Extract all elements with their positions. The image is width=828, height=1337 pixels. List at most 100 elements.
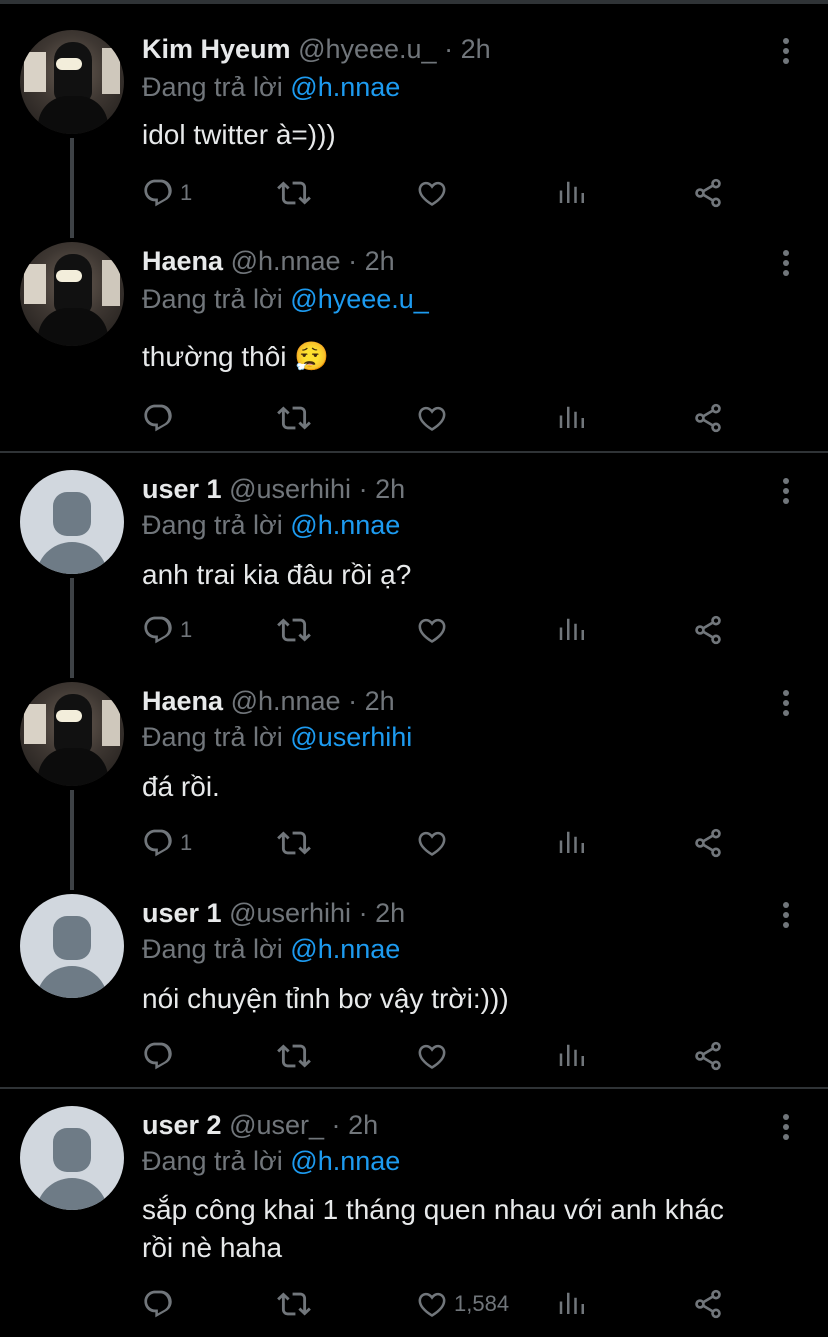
author-name[interactable]: Haena	[142, 246, 223, 276]
author-handle[interactable]: @h.nnae	[231, 246, 341, 276]
more-icon[interactable]	[774, 688, 798, 718]
views-button[interactable]	[556, 1036, 586, 1076]
mention-link[interactable]: @h.nnae	[290, 72, 400, 102]
views-icon	[559, 1292, 584, 1314]
share-button[interactable]	[692, 398, 724, 438]
share-icon	[695, 615, 721, 645]
reply-label: Đang trả lời	[142, 510, 283, 540]
views-button[interactable]	[556, 610, 586, 650]
like-icon	[418, 406, 446, 431]
author-name[interactable]: user 2	[142, 1110, 222, 1140]
share-button[interactable]	[692, 173, 724, 213]
share-icon	[695, 1289, 721, 1319]
author-handle[interactable]: @userhihi	[229, 474, 351, 504]
tweet-text: anh trai kia đâu rồi ạ?	[142, 559, 412, 590]
like-button[interactable]	[416, 173, 454, 213]
like-button[interactable]: 1,584	[416, 1284, 509, 1324]
more-icon[interactable]	[774, 900, 798, 930]
mention-link[interactable]: @h.nnae	[290, 1146, 400, 1176]
reply-button[interactable]: 1	[142, 173, 192, 213]
like-icon	[418, 831, 446, 856]
reply-button[interactable]: 1	[142, 610, 192, 650]
top-divider	[0, 0, 828, 4]
reply-count: 1	[180, 617, 193, 642]
more-icon[interactable]	[774, 36, 798, 66]
avatar[interactable]	[20, 30, 124, 134]
views-icon	[559, 181, 584, 203]
views-icon	[559, 618, 584, 640]
author-handle[interactable]: @hyeee.u_	[298, 34, 437, 64]
retweet-button[interactable]	[277, 610, 311, 650]
retweet-icon	[277, 618, 311, 642]
timestamp[interactable]: 2h	[461, 34, 491, 64]
reply-label: Đang trả lời	[142, 722, 283, 752]
avatar[interactable]	[20, 894, 124, 998]
mention-link[interactable]: @userhihi	[290, 722, 412, 752]
like-button[interactable]	[416, 823, 454, 863]
views-button[interactable]	[556, 1284, 586, 1324]
timestamp[interactable]: 2h	[375, 474, 405, 504]
retweet-button[interactable]	[277, 173, 311, 213]
reply-button[interactable]: 1	[142, 823, 192, 863]
retweet-button[interactable]	[277, 1284, 311, 1324]
author-handle[interactable]: @userhihi	[229, 898, 351, 928]
share-icon	[695, 178, 721, 208]
timestamp[interactable]: 2h	[375, 898, 405, 928]
author-name[interactable]: user 1	[142, 474, 222, 504]
views-icon	[559, 406, 584, 428]
more-icon[interactable]	[774, 248, 798, 278]
reply-label: Đang trả lời	[142, 1146, 283, 1176]
mention-link[interactable]: @h.nnae	[290, 510, 400, 540]
reply-icon	[144, 1042, 172, 1070]
reply-button[interactable]	[142, 398, 180, 438]
timestamp[interactable]: 2h	[365, 246, 395, 276]
retweet-button[interactable]	[277, 1036, 311, 1076]
like-button[interactable]	[416, 398, 454, 438]
reply-button[interactable]	[142, 1036, 180, 1076]
like-button[interactable]	[416, 610, 454, 650]
more-icon[interactable]	[774, 476, 798, 506]
reply-icon	[144, 404, 172, 432]
share-button[interactable]	[692, 1036, 724, 1076]
share-button[interactable]	[692, 1284, 724, 1324]
like-count: 1,584	[454, 1291, 510, 1316]
timestamp[interactable]: 2h	[365, 686, 395, 716]
author-name[interactable]: user 1	[142, 898, 222, 928]
author-handle[interactable]: @user_	[229, 1110, 324, 1140]
retweet-button[interactable]	[277, 823, 311, 863]
tweet-text: sắp công khai 1 tháng quen nhau với anh …	[142, 1194, 724, 1263]
share-icon	[695, 828, 721, 858]
tweet-text: thường thôi 😮‍💨	[142, 341, 330, 372]
views-button[interactable]	[556, 398, 586, 438]
avatar[interactable]	[20, 470, 124, 574]
retweet-icon	[277, 1292, 311, 1316]
mention-link[interactable]: @hyeee.u_	[290, 284, 429, 314]
reply-icon	[144, 179, 172, 207]
reply-label: Đang trả lời	[142, 284, 283, 314]
share-icon	[695, 403, 721, 433]
like-icon	[418, 181, 446, 206]
reply-icon	[144, 1290, 172, 1318]
reply-button[interactable]	[142, 1284, 180, 1324]
avatar[interactable]	[20, 1106, 124, 1210]
like-button[interactable]	[416, 1036, 454, 1076]
share-button[interactable]	[692, 823, 724, 863]
avatar[interactable]	[20, 682, 124, 786]
more-icon[interactable]	[774, 1112, 798, 1142]
retweet-button[interactable]	[277, 398, 311, 438]
tweet-text: đá rồi.	[142, 771, 220, 802]
avatar[interactable]	[20, 242, 124, 346]
share-button[interactable]	[692, 610, 724, 650]
views-button[interactable]	[556, 823, 586, 863]
like-icon	[418, 1292, 446, 1317]
tweet-text: idol twitter à=)))	[142, 119, 336, 150]
retweet-icon	[277, 181, 311, 205]
timestamp[interactable]: 2h	[348, 1110, 378, 1140]
views-button[interactable]	[556, 173, 586, 213]
author-name[interactable]: Kim Hyeum	[142, 34, 291, 64]
mention-link[interactable]: @h.nnae	[290, 934, 400, 964]
retweet-icon	[277, 1044, 311, 1068]
author-handle[interactable]: @h.nnae	[231, 686, 341, 716]
author-name[interactable]: Haena	[142, 686, 223, 716]
reply-count: 1	[180, 830, 193, 855]
